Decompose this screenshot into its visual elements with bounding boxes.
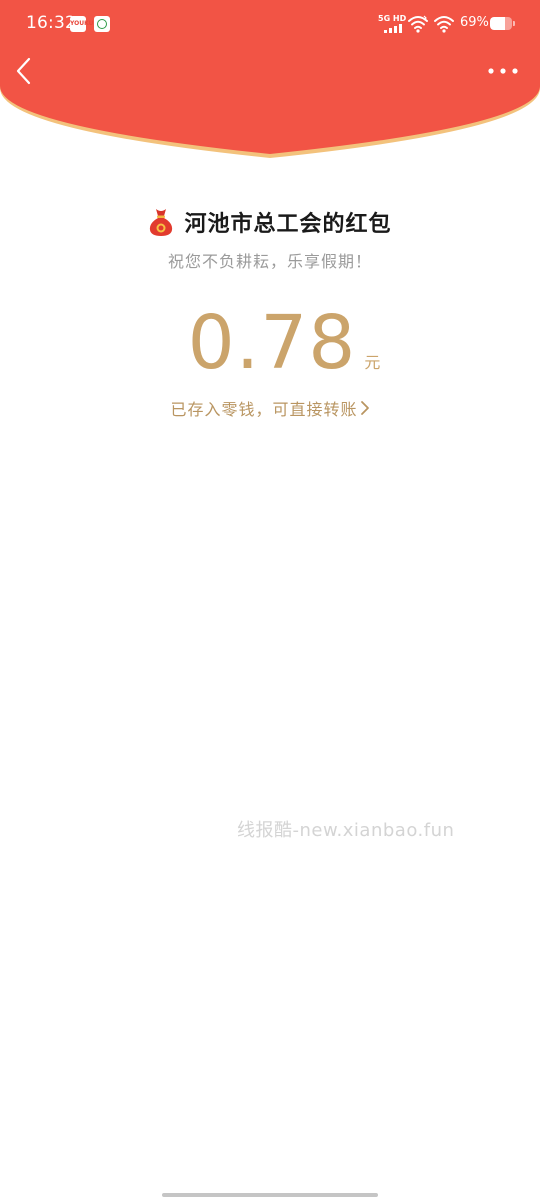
sender-title: 河池市总工会的红包 — [184, 212, 392, 237]
more-options-button[interactable] — [484, 60, 522, 82]
wifi-secondary-icon — [434, 16, 454, 33]
amount-value: 0.78 — [187, 300, 357, 386]
money-bag-icon — [150, 209, 173, 236]
status-bar: 16:32 YOUKU 5G HD 69% — [0, 0, 540, 50]
back-button[interactable] — [10, 54, 40, 88]
chevron-left-icon — [16, 57, 31, 85]
amount-row: 0.78 元 — [0, 300, 540, 390]
home-indicator[interactable] — [162, 1193, 378, 1197]
cellular-signal-icon: 5G HD — [378, 14, 407, 34]
wifi-icon — [408, 15, 428, 33]
app-notification-icon — [94, 16, 110, 32]
more-dots-icon — [488, 68, 518, 74]
youku-app-icon: YOUKU — [70, 16, 94, 32]
network-label: 5G HD — [378, 14, 407, 23]
balance-transfer-link[interactable]: 已存入零钱，可直接转账 — [0, 396, 540, 420]
battery-level-fill — [490, 17, 506, 30]
watermark-text: 线报酷-new.xianbao.fun — [237, 820, 455, 841]
red-packet-detail-page: 16:32 YOUKU 5G HD 69% 河池市总工会的红包 祝您不负耕耘，乐… — [0, 0, 540, 1200]
battery-percent: 69% — [460, 15, 489, 30]
battery-icon — [490, 17, 512, 30]
greeting-text: 祝您不负耕耘，乐享假期！ — [167, 252, 372, 271]
status-time: 16:32 — [26, 13, 76, 33]
balance-transfer-text: 已存入零钱，可直接转账 — [170, 400, 358, 419]
chevron-right-icon — [360, 401, 369, 415]
amount-unit: 元 — [364, 353, 381, 372]
battery-cap — [513, 21, 515, 26]
sender-title-row: 河池市总工会的红包 — [0, 204, 540, 240]
